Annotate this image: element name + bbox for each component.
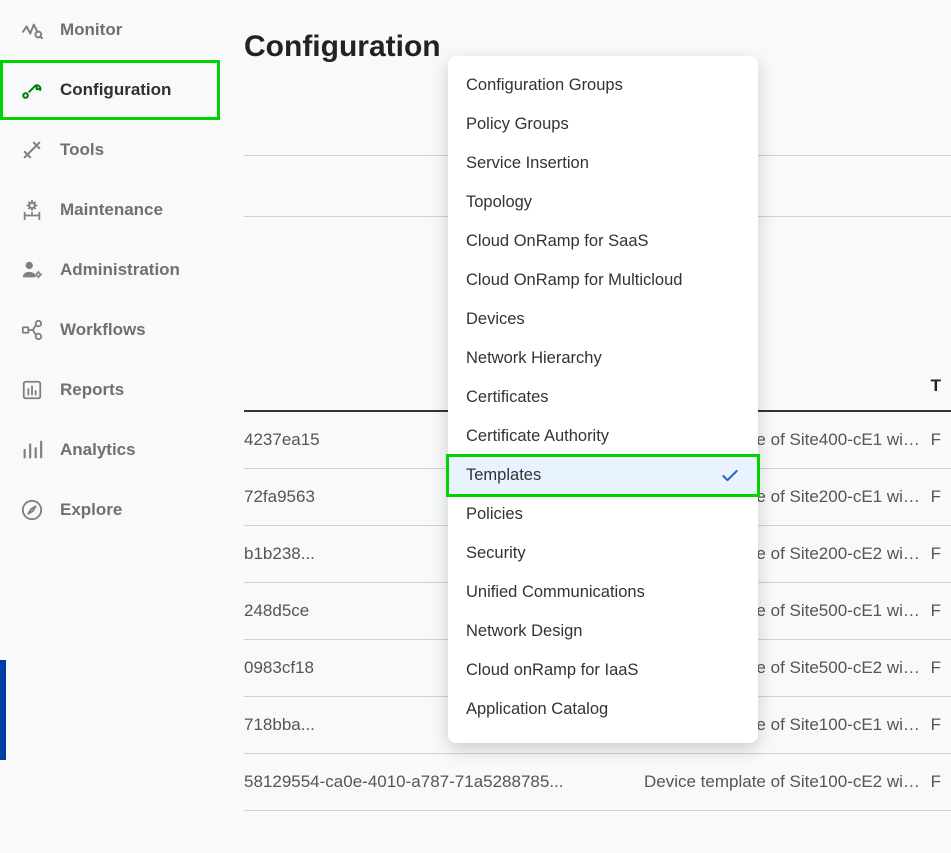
sidebar-item-label: Administration <box>60 260 180 280</box>
sidebar-item-label: Monitor <box>60 20 122 40</box>
cell-type: F <box>931 583 951 640</box>
sidebar-item-label: Tools <box>60 140 104 160</box>
cell-type: F <box>931 697 951 754</box>
sidebar-indicator <box>0 660 6 760</box>
cell-type: F <box>931 526 951 583</box>
sidebar-item-label: Configuration <box>60 80 171 100</box>
cell-type: F <box>931 640 951 697</box>
sidebar: Monitor Configuration Tools Maintenance … <box>0 0 220 853</box>
sidebar-item-configuration[interactable]: Configuration <box>0 60 220 120</box>
flyout-item-certificate-authority[interactable]: Certificate Authority <box>448 417 758 456</box>
workflow-icon <box>18 319 46 341</box>
cell-description: Device template of Site100-cE2 wit... <box>644 754 931 811</box>
analytics-icon <box>18 439 46 461</box>
cell-type: F <box>931 754 951 811</box>
flyout-item-policies[interactable]: Policies <box>448 495 758 534</box>
column-header-type[interactable]: T <box>931 376 951 411</box>
sidebar-item-label: Maintenance <box>60 200 163 220</box>
compass-icon <box>18 499 46 521</box>
flyout-item-cloud-onramp-for-saas[interactable]: Cloud OnRamp for SaaS <box>448 222 758 261</box>
cell-id: 58129554-ca0e-4010-a787-71a5288785... <box>244 754 644 811</box>
flyout-item-topology[interactable]: Topology <box>448 183 758 222</box>
wrench-icon <box>18 79 46 101</box>
sidebar-item-reports[interactable]: Reports <box>0 360 220 420</box>
flyout-item-templates[interactable]: Templates <box>448 456 758 495</box>
flyout-item-network-hierarchy[interactable]: Network Hierarchy <box>448 339 758 378</box>
sidebar-item-label: Analytics <box>60 440 136 460</box>
flyout-item-policy-groups[interactable]: Policy Groups <box>448 105 758 144</box>
sidebar-item-label: Workflows <box>60 320 146 340</box>
cell-type: F <box>931 411 951 469</box>
flyout-item-certificates[interactable]: Certificates <box>448 378 758 417</box>
sidebar-item-analytics[interactable]: Analytics <box>0 420 220 480</box>
main-content: Configuration re Templates Description T… <box>220 0 951 853</box>
flyout-item-service-insertion[interactable]: Service Insertion <box>448 144 758 183</box>
sidebar-item-maintenance[interactable]: Maintenance <box>0 180 220 240</box>
sidebar-item-workflows[interactable]: Workflows <box>0 300 220 360</box>
flyout-item-network-design[interactable]: Network Design <box>448 612 758 651</box>
tools-icon <box>18 139 46 161</box>
sidebar-item-tools[interactable]: Tools <box>0 120 220 180</box>
flyout-item-unified-communications[interactable]: Unified Communications <box>448 573 758 612</box>
configuration-flyout: Configuration GroupsPolicy GroupsService… <box>448 56 758 743</box>
gear-network-icon <box>18 199 46 221</box>
sidebar-item-monitor[interactable]: Monitor <box>0 0 220 60</box>
sidebar-item-administration[interactable]: Administration <box>0 240 220 300</box>
flyout-item-cloud-onramp-for-iaas[interactable]: Cloud onRamp for IaaS <box>448 651 758 690</box>
flyout-item-application-catalog[interactable]: Application Catalog <box>448 690 758 729</box>
sidebar-item-explore[interactable]: Explore <box>0 480 220 540</box>
flyout-item-security[interactable]: Security <box>448 534 758 573</box>
table-row[interactable]: 58129554-ca0e-4010-a787-71a5288785...Dev… <box>244 754 951 811</box>
flyout-item-configuration-groups[interactable]: Configuration Groups <box>448 66 758 105</box>
cell-type: F <box>931 469 951 526</box>
sidebar-item-label: Reports <box>60 380 124 400</box>
monitor-icon <box>18 19 46 41</box>
sidebar-item-label: Explore <box>60 500 122 520</box>
user-gear-icon <box>18 259 46 281</box>
flyout-item-devices[interactable]: Devices <box>448 300 758 339</box>
reports-icon <box>18 379 46 401</box>
check-icon <box>720 466 740 486</box>
flyout-item-cloud-onramp-for-multicloud[interactable]: Cloud OnRamp for Multicloud <box>448 261 758 300</box>
